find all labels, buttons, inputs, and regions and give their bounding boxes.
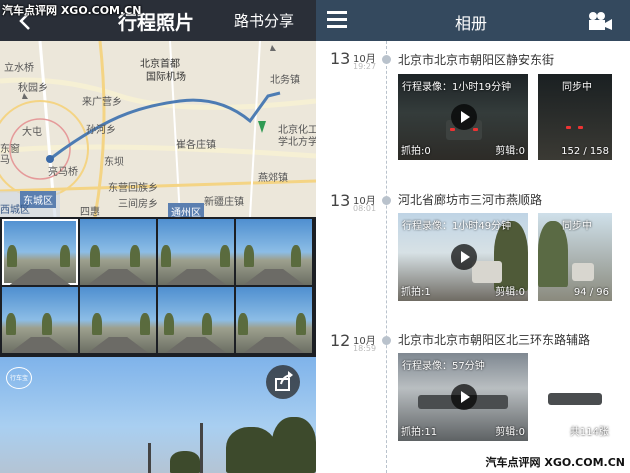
- map-label: 新疆庄镇: [204, 197, 244, 208]
- tree: [170, 451, 200, 473]
- map-label: 马: [0, 155, 10, 166]
- hamburger-icon-bar: [327, 18, 347, 21]
- watermark-top-left: 汽车点评网 XGO.COM.CN: [2, 4, 142, 17]
- snapshot-count: 抓拍:1: [401, 287, 431, 298]
- lamp-post: [200, 423, 203, 473]
- trip-video-card[interactable]: 行程录像：57分钟 抓拍:11 剪辑:0: [398, 353, 528, 441]
- watermark-bottom-right: 汽车点评网 XGO.COM.CN: [482, 454, 628, 470]
- map-label: 东营回族乡: [108, 183, 158, 194]
- sync-status: 同步中: [562, 82, 592, 93]
- entry-day: 13: [330, 49, 351, 68]
- photo-thumbnail[interactable]: [2, 287, 78, 353]
- clip-count: 剪辑:0: [495, 146, 525, 157]
- entry-time: 18:59: [353, 344, 377, 353]
- map-label: 北务镇: [270, 75, 300, 86]
- map-label: 四惠: [80, 207, 100, 217]
- district-tag: 通州区: [168, 203, 204, 217]
- play-icon[interactable]: [451, 384, 477, 410]
- entry-time: 08:01: [353, 204, 377, 213]
- album-title: 相册: [455, 14, 488, 33]
- album-entry[interactable]: 13 10月 08:01 河北省廊坊市三河市燕顺路 行程录像：1小时49分钟 抓…: [316, 181, 630, 321]
- photo-thumbnail[interactable]: [158, 219, 234, 285]
- map-label: 崔各庄镇: [176, 140, 216, 151]
- play-icon[interactable]: [451, 104, 477, 130]
- photo-sync-card[interactable]: 同步中 152 / 158: [538, 74, 612, 160]
- photo-thumbnail[interactable]: [236, 287, 312, 353]
- share-button[interactable]: [266, 365, 300, 399]
- hamburger-icon: [327, 11, 347, 14]
- album-entry[interactable]: 12 10月 18:59 北京市北京市朝阳区北三环东路辅路 行程录像：57分钟 …: [316, 321, 630, 473]
- video-duration-caption: 行程录像：1小时19分钟: [402, 82, 512, 93]
- tree: [272, 417, 316, 473]
- map-label: 燕郊镇: [258, 173, 288, 184]
- sync-status: 同步中: [562, 221, 592, 232]
- clip-count: 剪辑:0: [495, 287, 525, 298]
- photo-thumbnail-grid: [0, 217, 316, 357]
- photo-sync-card[interactable]: 同步中 94 / 96: [538, 213, 612, 301]
- photo-thumbnail[interactable]: [236, 219, 312, 285]
- video-duration-caption: 行程录像：1小时49分钟: [402, 221, 512, 232]
- map-label: 东坝: [104, 157, 124, 168]
- selected-photo[interactable]: 行车宝: [0, 357, 316, 473]
- entry-day: 12: [330, 331, 351, 350]
- snapshot-count: 抓拍:0: [401, 146, 431, 157]
- menu-button[interactable]: [327, 11, 347, 29]
- map-label: 立水桥: [4, 63, 34, 74]
- photo-count: 94 / 96: [573, 287, 609, 298]
- snapshot-count: 抓拍:11: [401, 427, 438, 438]
- share-icon: [275, 371, 293, 391]
- map-label: 国际机场: [146, 72, 186, 83]
- trip-video-card[interactable]: 行程录像：1小时49分钟 抓拍:1 剪辑:0: [398, 213, 528, 301]
- clip-count: 剪辑:0: [495, 427, 525, 438]
- trip-video-card[interactable]: 行程录像：1小时19分钟 抓拍:0 剪辑:0: [398, 74, 528, 160]
- video-camera-icon: [589, 12, 612, 30]
- map-label: 秋园乡: [18, 83, 48, 94]
- photo-sync-card[interactable]: 共114张: [538, 353, 612, 441]
- entry-location: 河北省廊坊市三河市燕顺路: [398, 193, 543, 207]
- album-header: 相册: [316, 0, 630, 41]
- tree: [226, 427, 276, 473]
- route-share-button[interactable]: 路书分享: [234, 10, 294, 31]
- photo-count: 152 / 158: [561, 146, 609, 157]
- video-camera-button[interactable]: [587, 11, 613, 31]
- hamburger-icon-bar: [327, 25, 347, 28]
- map-label: 亮马桥: [48, 167, 78, 178]
- photo-thumbnail[interactable]: [80, 287, 156, 353]
- photo-thumbnail[interactable]: [2, 219, 78, 285]
- map-label: 三间房乡: [118, 199, 158, 210]
- timeline-dot: [382, 336, 391, 345]
- app-logo-badge: 行车宝: [6, 367, 32, 389]
- map-label: 西城区: [0, 205, 30, 216]
- photo-thumbnail[interactable]: [80, 219, 156, 285]
- photo-count: 共114张: [569, 427, 609, 438]
- entry-day: 13: [330, 191, 351, 210]
- photo-thumbnail[interactable]: [158, 287, 234, 353]
- album-entry[interactable]: 13 10月 19:27 北京市北京市朝阳区静安东街 行程录像：1小时19分钟 …: [316, 41, 630, 181]
- map-label: 学北方学: [278, 137, 316, 148]
- map-label: 来广营乡: [82, 97, 122, 108]
- left-panel: 汽车点评网 XGO.COM.CN 行程照片 路书分享 立水桥 北京首都 国际机场…: [0, 0, 316, 473]
- timeline-dot: [382, 196, 391, 205]
- map-label: 大屯: [22, 127, 42, 138]
- route-map[interactable]: 立水桥 北京首都 国际机场 北务镇 秋园乡 来广营乡 北京化工大 学北方学 大屯…: [0, 41, 316, 217]
- lamp-post: [148, 443, 151, 473]
- entry-time: 19:27: [353, 62, 377, 71]
- timeline-dot: [382, 55, 391, 64]
- video-duration-caption: 行程录像：57分钟: [402, 361, 485, 372]
- entry-location: 北京市北京市朝阳区北三环东路辅路: [398, 333, 591, 347]
- play-icon[interactable]: [451, 244, 477, 270]
- right-panel: 相册 13 10月 19:27 北京市北京市朝阳区静安东街 行程录像：1小时19…: [316, 0, 630, 473]
- entry-location: 北京市北京市朝阳区静安东街: [398, 53, 555, 67]
- map-label: 孙河乡: [86, 125, 116, 136]
